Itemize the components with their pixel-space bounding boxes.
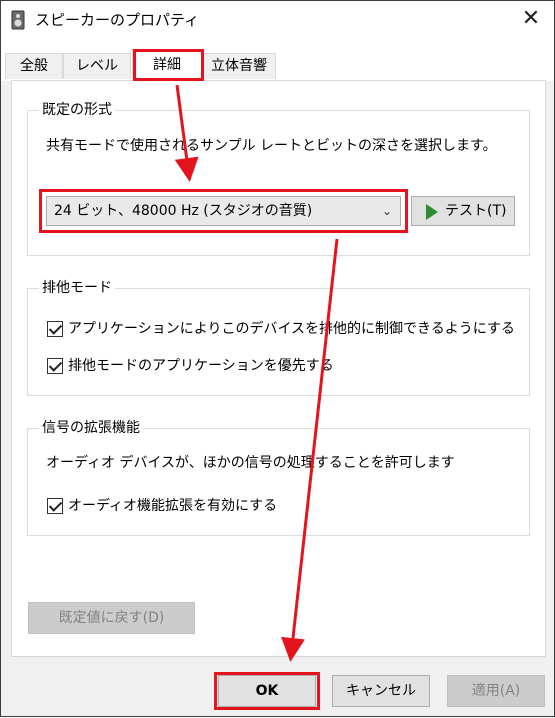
signal-enhancements-group: 信号の拡張機能 [27, 419, 530, 536]
test-button-label: テスト(T) [445, 203, 507, 219]
tab-levels[interactable]: レベル [63, 53, 131, 79]
speaker-properties-dialog: スピーカーのプロパティ ✕ 全般 レベル 詳細 立体音響 既定の形式 共有モード… [0, 0, 555, 717]
default-format-group: 既定の形式 [27, 101, 530, 256]
default-format-description: 共有モードで使用されるサンプル レートとビットの深さを選択します。 [46, 138, 497, 154]
tab-strip: 全般 レベル 詳細 立体音響 [1, 39, 554, 81]
checkbox-checked-icon [47, 321, 63, 337]
tab-general[interactable]: 全般 [5, 53, 63, 79]
test-button[interactable]: テスト(T) [411, 196, 515, 226]
ok-button[interactable]: OK [218, 675, 316, 707]
signal-enhancements-description: オーディオ デバイスが、ほかの信号の処理することを許可します [46, 455, 455, 471]
exclusive-priority-label: 排他モードのアプリケーションを優先する [68, 358, 334, 374]
default-format-title: 既定の形式 [39, 101, 115, 119]
exclusive-control-label: アプリケーションによりこのデバイスを排他的に制御できるようにする [68, 321, 515, 337]
sample-format-dropdown[interactable]: 24 ビット、48000 Hz (スタジオの音質) ⌄ [46, 196, 401, 226]
enable-enhancements-label: オーディオ機能拡張を有効にする [68, 498, 278, 514]
exclusive-mode-group: 排他モード [27, 279, 530, 396]
sample-format-value: 24 ビット、48000 Hz (スタジオの音質) [54, 203, 313, 219]
signal-enhancements-title: 信号の拡張機能 [39, 419, 143, 437]
window-title: スピーカーのプロパティ [35, 11, 200, 29]
restore-default-button[interactable]: 既定値に戻す(D) [28, 602, 195, 634]
checkbox-checked-icon [47, 498, 63, 514]
tab-spatial-sound[interactable]: 立体音響 [202, 53, 276, 79]
exclusive-mode-title: 排他モード [39, 279, 115, 297]
apply-button[interactable]: 適用(A) [447, 675, 545, 707]
cancel-button[interactable]: キャンセル [332, 675, 430, 707]
title-bar: スピーカーのプロパティ ✕ [1, 1, 554, 39]
play-icon [426, 204, 438, 220]
close-button[interactable]: ✕ [516, 5, 546, 33]
speaker-icon [11, 10, 25, 30]
chevron-down-icon: ⌄ [381, 204, 392, 218]
checkbox-checked-icon [47, 358, 63, 374]
tab-advanced[interactable]: 詳細 [132, 49, 202, 81]
